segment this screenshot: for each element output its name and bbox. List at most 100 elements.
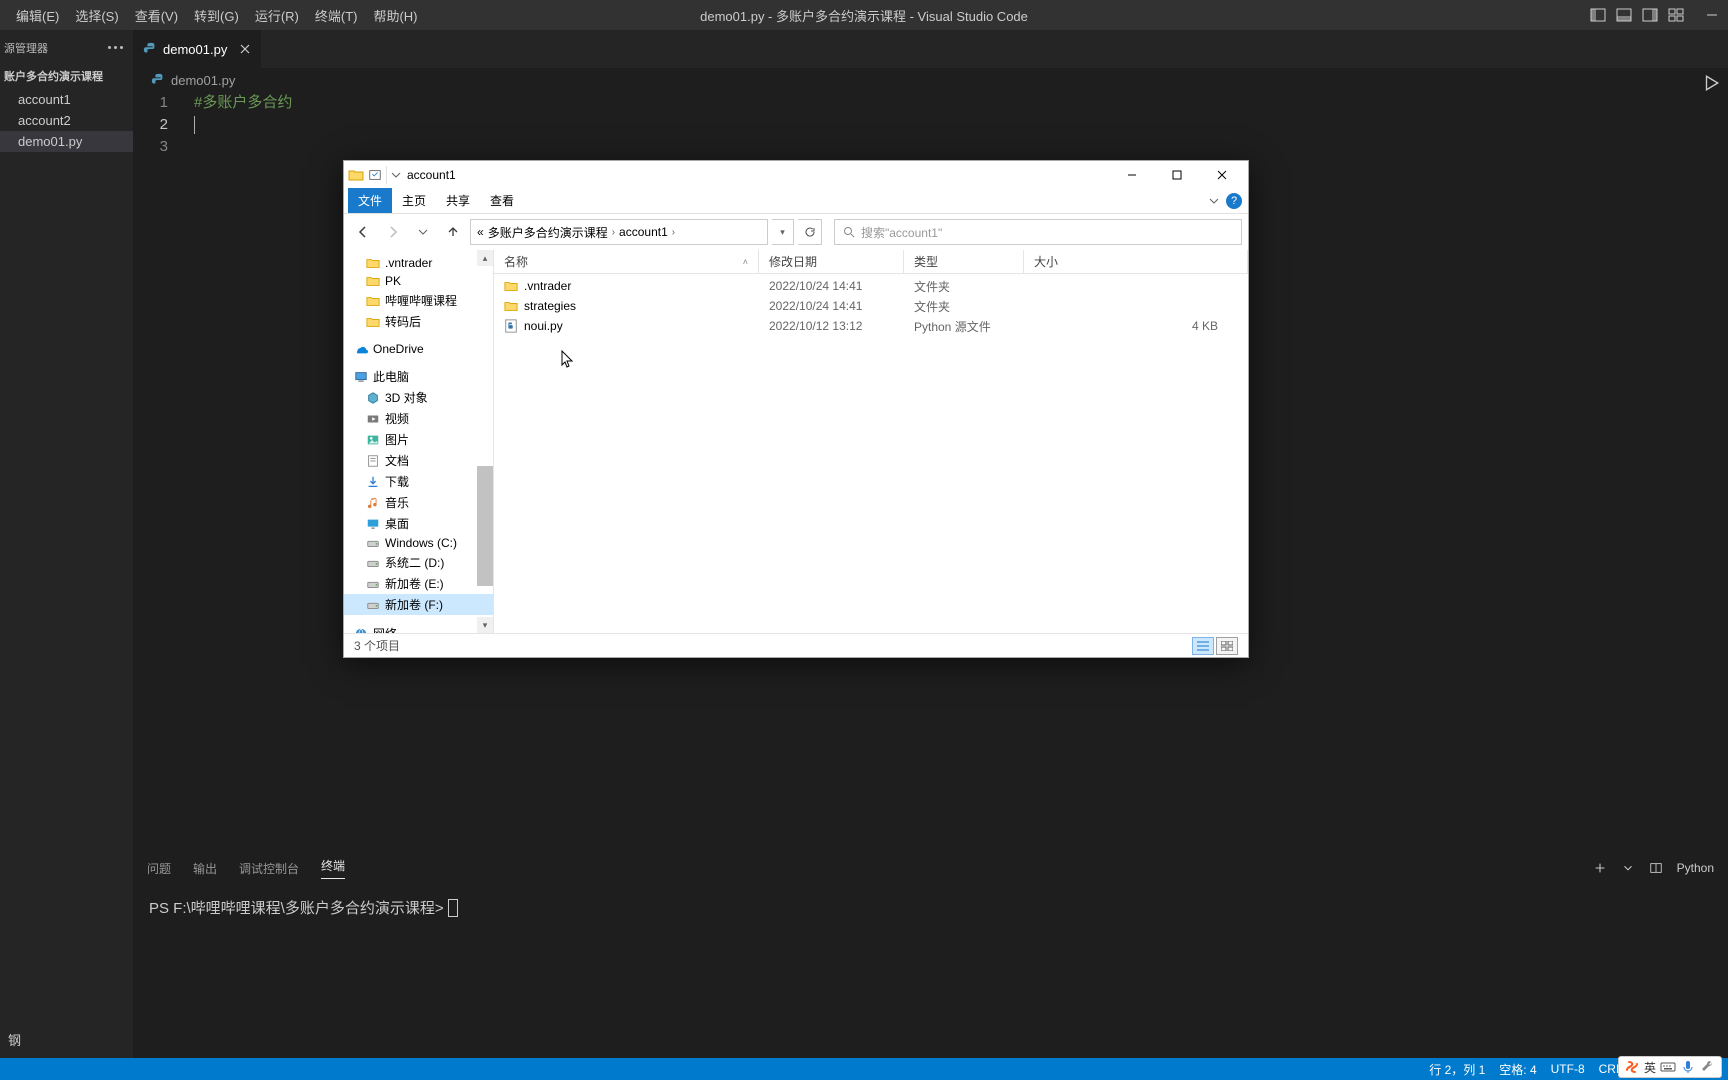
view-details-button[interactable]	[1192, 637, 1214, 655]
panel-tab-output[interactable]: 输出	[193, 860, 217, 877]
chevron-right-icon: ›	[672, 227, 675, 238]
col-size[interactable]: 大小	[1024, 250, 1248, 273]
pc-icon	[354, 370, 368, 384]
download-icon	[366, 475, 380, 489]
refresh-button[interactable]	[798, 219, 822, 245]
tree-item[interactable]: 图片	[344, 429, 493, 450]
maximize-button[interactable]	[1154, 161, 1199, 189]
sidebar-item-account1[interactable]: account1	[0, 89, 133, 110]
qat-properties-icon[interactable]	[368, 168, 382, 182]
terminal-kernel-label[interactable]: Python	[1677, 861, 1714, 875]
sidebar-outline[interactable]: 钢	[4, 1027, 129, 1052]
sidebar-project[interactable]: 账户多合约演示课程	[0, 65, 133, 87]
minimize-icon[interactable]	[1704, 7, 1720, 23]
close-tab-icon[interactable]	[239, 43, 251, 55]
tree-item[interactable]: 文档	[344, 450, 493, 471]
help-icon[interactable]: ?	[1226, 193, 1242, 209]
chevron-down-icon[interactable]	[1621, 861, 1635, 875]
menu-view[interactable]: 查看(V)	[127, 6, 186, 25]
sidebar-item-demo01[interactable]: demo01.py	[0, 131, 133, 152]
ribbon-tab-home[interactable]: 主页	[392, 188, 436, 213]
back-button[interactable]	[350, 219, 376, 245]
tree-item[interactable]: 音乐	[344, 492, 493, 513]
3d-icon	[366, 391, 380, 405]
tree-item[interactable]: OneDrive	[344, 340, 493, 358]
py-icon	[504, 319, 518, 333]
terminal-body[interactable]: PS F:\哔哩哔哩课程\多账户多合约演示课程>	[133, 885, 1728, 1080]
menu-terminal[interactable]: 终端(T)	[307, 6, 366, 25]
keyboard-icon[interactable]	[1660, 1059, 1676, 1075]
tools-icon[interactable]	[1700, 1059, 1716, 1075]
close-button[interactable]	[1199, 161, 1244, 189]
sidebar-more-icon[interactable]	[108, 46, 123, 49]
tree-item[interactable]: 视频	[344, 408, 493, 429]
tree-item[interactable]: 哔喱哔喱课程	[344, 290, 493, 311]
qat-dropdown-icon[interactable]	[391, 170, 401, 180]
minimize-button[interactable]	[1109, 161, 1154, 189]
layout-sidebar-right-icon[interactable]	[1642, 7, 1658, 23]
recent-locations-button[interactable]	[410, 219, 436, 245]
col-type[interactable]: 类型	[904, 250, 1024, 273]
chevron-right-icon: ›	[612, 227, 615, 238]
tab-demo01[interactable]: demo01.py	[133, 30, 262, 68]
forward-button[interactable]	[380, 219, 406, 245]
status-line-col[interactable]: 行 2，列 1	[1429, 1061, 1485, 1078]
ime-indicator[interactable]: 英	[1618, 1056, 1722, 1078]
col-date[interactable]: 修改日期	[759, 250, 904, 273]
ribbon-tab-view[interactable]: 查看	[480, 188, 524, 213]
split-terminal-icon[interactable]	[1649, 861, 1663, 875]
panel-tab-debug[interactable]: 调试控制台	[239, 860, 299, 877]
tree-item[interactable]: 此电脑	[344, 366, 493, 387]
panel-tab-terminal[interactable]: 终端	[321, 857, 345, 879]
breadcrumb[interactable]: demo01.py	[133, 68, 1728, 92]
tree-item[interactable]: 新加卷 (E:)	[344, 573, 493, 594]
ribbon-expand-icon[interactable]	[1208, 195, 1220, 207]
menu-goto[interactable]: 转到(G)	[186, 6, 247, 25]
tree-item[interactable]: 桌面	[344, 513, 493, 534]
search-box[interactable]: 搜索"account1"	[834, 219, 1242, 245]
tree-item[interactable]: .vntrader	[344, 254, 493, 272]
menu-select[interactable]: 选择(S)	[67, 6, 126, 25]
view-large-icons-button[interactable]	[1216, 637, 1238, 655]
up-button[interactable]	[440, 219, 466, 245]
tree-item[interactable]: 新加卷 (F:)	[344, 594, 493, 615]
status-encoding[interactable]: UTF-8	[1551, 1062, 1585, 1076]
ribbon-tab-file[interactable]: 文件	[348, 188, 392, 213]
list-row[interactable]: .vntrader2022/10/24 14:41文件夹	[494, 276, 1248, 296]
tree-item[interactable]: 系统二 (D:)	[344, 552, 493, 573]
layout-panel-bottom-icon[interactable]	[1616, 7, 1632, 23]
address-crumb-1[interactable]: 多账户多合约演示课程	[488, 224, 608, 241]
explorer-titlebar[interactable]: account1	[344, 161, 1248, 189]
tree-item[interactable]: Windows (C:)	[344, 534, 493, 552]
mic-icon[interactable]	[1680, 1059, 1696, 1075]
python-file-icon	[151, 73, 165, 87]
address-crumb-2[interactable]: account1	[619, 225, 668, 239]
tree-item[interactable]: 转码后	[344, 311, 493, 332]
scroll-down-icon[interactable]: ▾	[477, 617, 493, 633]
address-history-button[interactable]: ▾	[772, 219, 794, 245]
tree-item[interactable]: 网络	[344, 623, 493, 633]
list-row[interactable]: strategies2022/10/24 14:41文件夹	[494, 296, 1248, 316]
menu-help[interactable]: 帮助(H)	[365, 6, 425, 25]
tree-item[interactable]: PK	[344, 272, 493, 290]
ribbon-tab-share[interactable]: 共享	[436, 188, 480, 213]
list-row[interactable]: noui.py2022/10/12 13:12Python 源文件4 KB	[494, 316, 1248, 336]
tree-item[interactable]: 3D 对象	[344, 387, 493, 408]
panel-tab-problems[interactable]: 问题	[147, 860, 171, 877]
file-explorer-window: account1 文件 主页 共享 查看 ? « 多账户多合约演示课程 › ac…	[343, 160, 1249, 658]
scrollbar-thumb[interactable]	[477, 466, 493, 586]
new-terminal-icon[interactable]	[1593, 861, 1607, 875]
col-name[interactable]: 名称˄	[494, 250, 759, 273]
address-crumb-prefix[interactable]: «	[477, 225, 484, 239]
layout-customize-icon[interactable]	[1668, 7, 1684, 23]
tree-item[interactable]: 下载	[344, 471, 493, 492]
layout-sidebar-left-icon[interactable]	[1590, 7, 1606, 23]
menu-run[interactable]: 运行(R)	[247, 6, 307, 25]
nav-tree[interactable]: ▴ ▾ .vntraderPK哔喱哔喱课程转码后 OneDrive 此电脑3D 对象…	[344, 250, 494, 633]
status-indent[interactable]: 空格: 4	[1499, 1061, 1536, 1078]
sidebar-item-account2[interactable]: account2	[0, 110, 133, 131]
address-bar[interactable]: « 多账户多合约演示课程 › account1 ›	[470, 219, 768, 245]
run-icon[interactable]	[1702, 74, 1720, 92]
scroll-up-icon[interactable]: ▴	[477, 250, 493, 266]
menu-edit[interactable]: 编辑(E)	[8, 6, 67, 25]
